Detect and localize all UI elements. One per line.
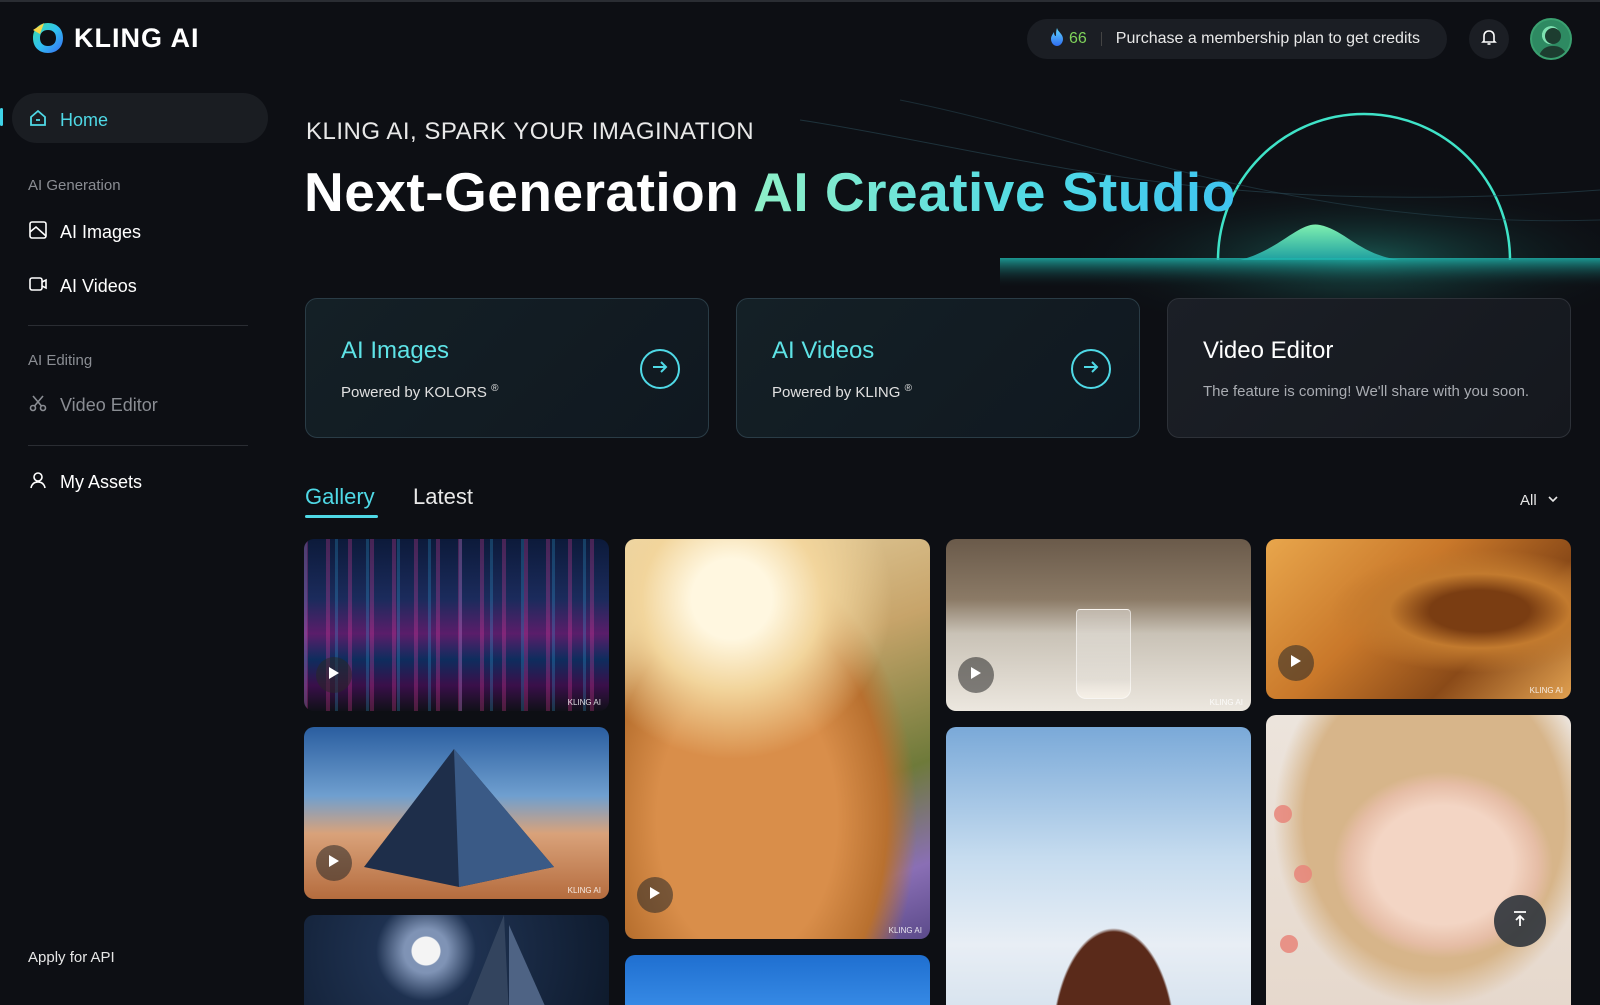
watermark: KLING AI — [1529, 686, 1563, 695]
apply-for-api-link[interactable]: Apply for API — [28, 949, 115, 966]
play-icon — [970, 666, 982, 685]
gallery-tile-milk-glass[interactable]: KLING AI — [946, 539, 1251, 711]
hero-title: Next-Generation AI Creative Studio — [304, 160, 1236, 224]
sidebar-item-label: Video Editor — [60, 395, 158, 415]
bell-icon — [1480, 28, 1498, 51]
card-title: AI Images — [341, 337, 450, 364]
sidebar-divider — [28, 445, 248, 446]
kling-logo[interactable]: KLING AI — [30, 20, 200, 56]
play-icon — [328, 666, 340, 685]
kling-logo-icon — [30, 20, 66, 56]
registered-mark: ® — [491, 383, 499, 394]
section-ai-editing: AI Editing — [28, 352, 93, 369]
play-button[interactable] — [316, 845, 352, 881]
top-border — [0, 0, 1600, 2]
gallery-tile-glass-pyramid[interactable]: KLING AI — [304, 727, 609, 899]
logo-text: KLING AI — [74, 22, 200, 53]
active-tab-underline — [305, 515, 378, 518]
tab-gallery[interactable]: Gallery — [305, 484, 375, 510]
active-indicator — [0, 108, 3, 126]
filter-value: All — [1520, 492, 1537, 509]
video-editor-card: Video Editor The feature is coming! We'l… — [1167, 298, 1571, 438]
gallery-tile-neon-city[interactable]: KLING AI — [304, 539, 609, 711]
play-button[interactable] — [637, 877, 673, 913]
hero-title-white: Next-Generation — [304, 161, 754, 223]
play-icon — [328, 854, 340, 873]
user-avatar[interactable] — [1530, 18, 1572, 60]
arrow-right-icon — [650, 357, 670, 382]
video-camera-icon — [28, 274, 48, 299]
play-button[interactable] — [1278, 645, 1314, 681]
sidebar-item-ai-videos[interactable]: AI Videos — [28, 274, 137, 299]
notifications-button[interactable] — [1469, 19, 1509, 59]
card-subtitle: The feature is coming! We'll share with … — [1203, 383, 1530, 400]
play-icon — [1290, 654, 1302, 673]
ai-videos-card[interactable]: AI Videos Powered by KLING ® — [736, 298, 1140, 438]
gallery-filter-dropdown[interactable]: All — [1520, 492, 1559, 509]
gallery-tile-moon-sail[interactable] — [304, 915, 609, 1005]
card-subtitle: Powered by KOLORS ® — [341, 383, 499, 401]
gallery-tile-horse-sky[interactable] — [946, 727, 1251, 1005]
membership-banner[interactable]: 66 Purchase a membership plan to get cre… — [1027, 19, 1447, 59]
card-subtitle: Powered by KLING ® — [772, 383, 912, 401]
arrow-right-icon — [1081, 357, 1101, 382]
chevron-down-icon — [1547, 492, 1559, 509]
tab-latest[interactable]: Latest — [413, 484, 473, 510]
membership-text: Purchase a membership plan to get credit… — [1115, 30, 1420, 47]
play-button[interactable] — [316, 657, 352, 693]
pill-divider — [1100, 32, 1102, 46]
hero-subtitle: KLING AI, SPARK YOUR IMAGINATION — [306, 118, 755, 145]
scissors-icon — [28, 393, 48, 418]
gallery-tile-blue-sky[interactable] — [625, 955, 930, 1005]
play-button[interactable] — [958, 657, 994, 693]
sidebar-item-video-editor[interactable]: Video Editor — [28, 393, 158, 418]
play-icon — [649, 886, 661, 905]
credits-count: 66 — [1069, 30, 1087, 47]
pyramid-shape — [364, 749, 554, 887]
watermark: KLING AI — [567, 886, 601, 895]
sidebar-divider — [28, 325, 248, 326]
ai-images-arrow-button[interactable] — [640, 349, 680, 389]
watermark: KLING AI — [1209, 698, 1243, 707]
avatar-icon — [1538, 28, 1568, 58]
image-icon — [28, 220, 48, 245]
arrow-up-icon — [1510, 909, 1530, 934]
blossom-decoration — [1274, 805, 1292, 823]
scroll-to-top-button[interactable] — [1494, 895, 1546, 947]
sidebar-item-home[interactable]: Home — [28, 108, 108, 133]
gallery-tile-cat-flowers[interactable]: KLING AI — [625, 539, 930, 939]
home-icon — [28, 108, 48, 133]
ai-images-card[interactable]: AI Images Powered by KOLORS ® — [305, 298, 709, 438]
sidebar-item-label: Home — [60, 110, 109, 130]
watermark: KLING AI — [567, 698, 601, 707]
registered-mark: ® — [904, 383, 912, 394]
sail-shape — [468, 915, 545, 1005]
sidebar-item-my-assets[interactable]: My Assets — [28, 470, 142, 495]
hero-title-gradient: AI Creative Studio — [753, 161, 1236, 223]
flame-icon — [1049, 27, 1065, 51]
sidebar-item-label: My Assets — [60, 472, 143, 492]
sidebar-item-label: AI Images — [60, 222, 142, 242]
card-title: Video Editor — [1203, 337, 1334, 364]
sidebar-item-ai-images[interactable]: AI Images — [28, 220, 141, 245]
blossom-decoration — [1280, 935, 1298, 953]
watermark: KLING AI — [888, 926, 922, 935]
neon-overlay — [304, 539, 609, 711]
ai-videos-arrow-button[interactable] — [1071, 349, 1111, 389]
glass-shape — [1076, 609, 1131, 699]
sidebar: Home AI Generation AI Images AI Videos A… — [0, 80, 270, 1005]
gallery-tile-portrait[interactable] — [1266, 715, 1571, 1005]
sidebar-item-label: AI Videos — [60, 276, 137, 296]
section-ai-generation: AI Generation — [28, 177, 121, 194]
user-icon — [28, 470, 48, 495]
blossom-decoration — [1294, 865, 1312, 883]
card-title: AI Videos — [772, 337, 875, 364]
gallery-tile-dragon[interactable]: KLING AI — [1266, 539, 1571, 699]
